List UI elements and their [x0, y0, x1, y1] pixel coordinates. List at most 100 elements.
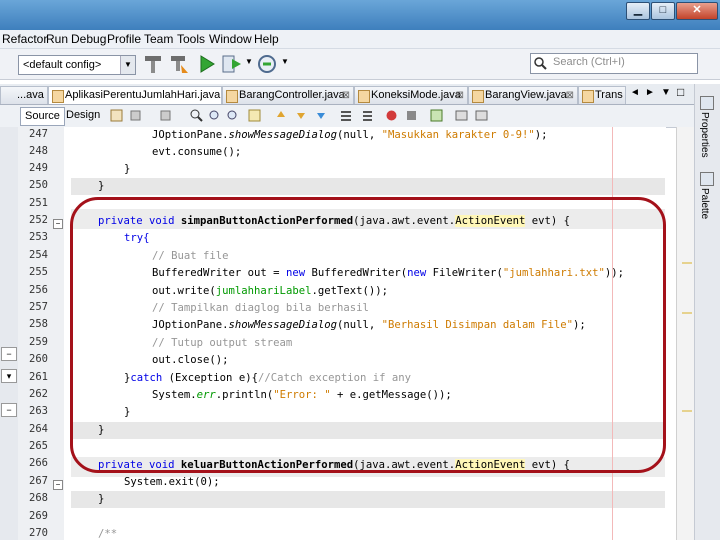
code-line-270: /** — [98, 528, 118, 540]
line-number: 253 — [29, 231, 48, 243]
chevron-down-icon[interactable]: ▼ — [281, 57, 289, 66]
search-input[interactable]: Search (Ctrl+I) — [530, 53, 698, 74]
line-number: 265 — [29, 440, 48, 452]
forward-icon[interactable] — [160, 109, 173, 122]
code-line-248: evt.consume(); — [152, 146, 242, 158]
stripe-marker[interactable] — [682, 312, 692, 314]
record-macro-icon[interactable] — [385, 109, 398, 122]
hammer-icon[interactable] — [142, 53, 164, 75]
previous-bookmark-icon[interactable] — [275, 109, 288, 122]
menu-run[interactable]: Run — [46, 32, 68, 46]
shift-right-icon[interactable] — [360, 109, 373, 122]
line-number: 266 — [29, 457, 48, 469]
properties-panel-tab[interactable]: Properties — [699, 112, 710, 158]
tab-list-icon[interactable]: ▼ — [661, 87, 671, 98]
back-icon[interactable] — [130, 109, 143, 122]
debug-icon[interactable] — [221, 53, 243, 75]
code-line-268: } — [98, 493, 105, 505]
stop-macro-icon[interactable] — [405, 109, 418, 122]
stripe-marker[interactable] — [682, 262, 692, 264]
code-line-267: System.exit(0); — [124, 476, 220, 488]
line-number: 256 — [29, 284, 48, 296]
collapse-icon[interactable]: − — [1, 347, 17, 361]
title-bar: ▁ □ ✕ — [0, 0, 720, 30]
editor-toolbar: Source Design — [0, 105, 694, 128]
chevron-down-icon[interactable]: ▼ — [245, 57, 253, 66]
line-number-gutter: 247 248 249 250 251 252 253 254 255 256 … — [18, 127, 65, 540]
maximize-editor-icon[interactable]: □ — [677, 85, 684, 99]
java-file-icon — [52, 90, 64, 103]
java-file-icon — [226, 90, 238, 103]
code-line-249: } — [124, 163, 131, 175]
collapse-icon[interactable]: − — [1, 403, 17, 417]
tab-scroll-right-icon[interactable]: ► — [645, 87, 655, 98]
close-icon[interactable]: ⊠ — [342, 87, 350, 104]
line-number: 249 — [29, 162, 48, 174]
line-number: 258 — [29, 318, 48, 330]
tab-scroll-left-icon[interactable]: ◄ — [630, 87, 640, 98]
minimize-button[interactable]: ▁ — [626, 2, 650, 20]
clean-build-icon[interactable] — [168, 53, 190, 75]
tab-file-1[interactable]: ...ava — [0, 86, 48, 104]
tab-trans[interactable]: Trans — [578, 86, 626, 104]
menu-window[interactable]: Window — [209, 32, 252, 46]
design-tab[interactable]: Design — [62, 107, 104, 124]
menu-profile[interactable]: Profile — [107, 32, 141, 46]
maximize-button[interactable]: □ — [651, 2, 675, 20]
line-number: 250 — [29, 179, 48, 191]
find-icon[interactable] — [190, 109, 203, 122]
line-number: 247 — [29, 128, 48, 140]
error-stripe — [676, 127, 695, 540]
close-icon[interactable]: ⊠ — [566, 87, 574, 104]
line-number: 262 — [29, 388, 48, 400]
tab-koneksi-mode[interactable]: KoneksiMode.java ⊠ — [354, 86, 468, 104]
close-icon[interactable]: ⊠ — [456, 87, 464, 104]
chevron-down-icon: ▼ — [120, 56, 135, 74]
menu-refactor[interactable]: Refactor — [2, 32, 47, 46]
guarded-block-line — [71, 491, 665, 508]
line-number: 261 — [29, 371, 48, 383]
toggle-bookmark-icon[interactable] — [315, 109, 328, 122]
properties-icon[interactable] — [700, 96, 714, 110]
config-dropdown[interactable]: <default config> ▼ — [18, 55, 136, 75]
close-button[interactable]: ✕ — [676, 2, 718, 20]
palette-icon[interactable] — [700, 172, 714, 186]
line-number: 267 — [29, 475, 48, 487]
menu-help[interactable]: Help — [254, 32, 279, 46]
highlight-annotation-box — [70, 197, 666, 473]
code-line-250: } — [98, 180, 105, 192]
code-line-247: JOptionPane.showMessageDialog(null, "Mas… — [152, 129, 548, 141]
java-file-icon — [472, 90, 484, 103]
find-previous-icon[interactable] — [208, 109, 221, 122]
diff-icon[interactable] — [430, 109, 443, 122]
fold-toggle-icon[interactable]: − — [53, 219, 63, 229]
line-number: 248 — [29, 145, 48, 157]
toggle-highlight-icon[interactable] — [248, 109, 261, 122]
line-number: 268 — [29, 492, 48, 504]
line-number: 269 — [29, 510, 48, 522]
run-icon[interactable] — [196, 53, 218, 75]
line-number: 251 — [29, 197, 48, 209]
stripe-marker[interactable] — [682, 410, 692, 412]
history-icon[interactable] — [110, 109, 123, 122]
line-number: 257 — [29, 301, 48, 313]
menu-debug[interactable]: Debug — [71, 32, 106, 46]
find-next-icon[interactable] — [226, 109, 239, 122]
menu-tools[interactable]: Tools — [177, 32, 205, 46]
line-number: 263 — [29, 405, 48, 417]
chevron-down-icon[interactable]: ▾ — [1, 369, 17, 383]
line-number: 270 — [29, 527, 48, 539]
java-file-icon — [582, 90, 594, 103]
fold-toggle-icon[interactable]: − — [53, 480, 63, 490]
profile-icon[interactable] — [256, 53, 278, 75]
source-tab[interactable]: Source — [20, 107, 65, 126]
tab-barang-controller[interactable]: BarangController.java ⊠ — [222, 86, 354, 104]
menu-team[interactable]: Team — [144, 32, 173, 46]
next-bookmark-icon[interactable] — [295, 109, 308, 122]
palette-panel-tab[interactable]: Palette — [699, 188, 710, 219]
tab-barang-view[interactable]: BarangView.java ⊠ — [468, 86, 578, 104]
comment-icon[interactable] — [455, 109, 468, 122]
uncomment-icon[interactable] — [475, 109, 488, 122]
tab-aplikasi-perentu-jumlah-hari[interactable]: AplikasiPerentuJumlahHari.java — [48, 86, 222, 104]
shift-left-icon[interactable] — [340, 109, 353, 122]
